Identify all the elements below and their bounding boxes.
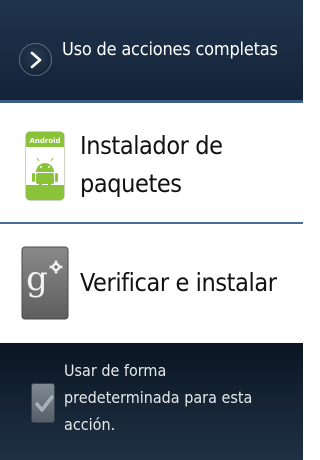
checkmark-icon <box>35 395 54 412</box>
complete-action-dialog: Uso de acciones completas Instalador de … <box>0 0 303 460</box>
option-label: Instalador de paquetes <box>80 131 223 198</box>
dialog-header: Uso de acciones completas <box>0 0 303 103</box>
option-label: Verificar e instalar <box>80 268 277 297</box>
android-package-installer-icon: Android <box>25 131 65 201</box>
dialog-title: Uso de acciones completas <box>62 39 278 60</box>
google-settings-icon: g <box>21 246 69 320</box>
google-g-glyph: g <box>26 259 48 299</box>
chevron-right-icon <box>19 43 52 76</box>
android-label: Android <box>29 137 60 145</box>
default-action-checkbox[interactable] <box>31 383 55 423</box>
default-action-label: Usar de forma predeterminada para esta a… <box>64 361 253 434</box>
